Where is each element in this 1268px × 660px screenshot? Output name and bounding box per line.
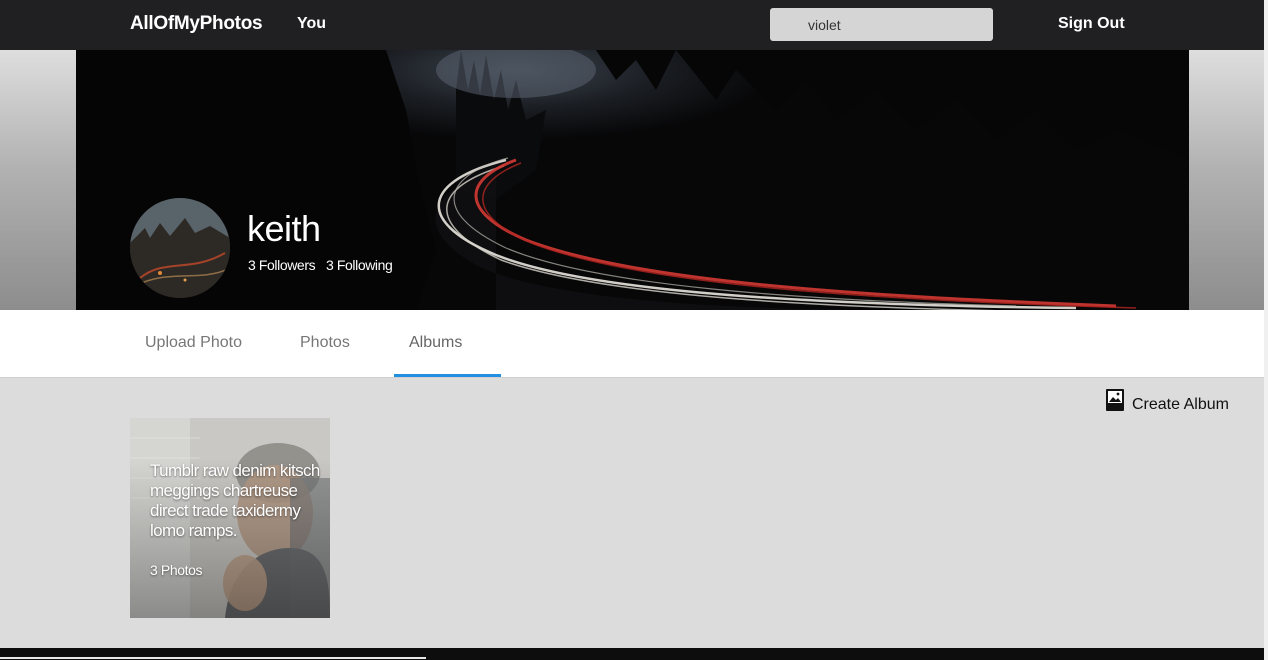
- tab-upload-photo[interactable]: Upload Photo: [145, 334, 242, 352]
- sign-out-link[interactable]: Sign Out: [1058, 15, 1125, 33]
- photo-album-icon: [1106, 389, 1124, 411]
- followers-link[interactable]: 3 Followers: [248, 257, 316, 273]
- tab-photos[interactable]: Photos: [300, 334, 350, 352]
- search-input[interactable]: [770, 8, 993, 41]
- following-link[interactable]: 3 Following: [326, 257, 393, 273]
- profile-avatar[interactable]: [130, 198, 230, 298]
- cover-road-image: [76, 50, 1189, 310]
- album-photo-count: 3 Photos: [150, 562, 203, 578]
- avatar-image: [130, 198, 230, 298]
- nav-you-link[interactable]: You: [297, 15, 326, 33]
- scrollbar-track[interactable]: [1264, 0, 1268, 660]
- album-title: Tumblr raw denim kitsch meggings chartre…: [150, 461, 320, 540]
- profile-tabs: Upload Photo Photos Albums: [0, 310, 1264, 378]
- active-tab-indicator: [394, 374, 501, 377]
- horizontal-scrollbar[interactable]: [0, 657, 426, 659]
- profile-username: keith: [247, 208, 321, 249]
- brand-logo-link[interactable]: AllOfMyPhotos: [130, 13, 263, 35]
- create-album-label: Create Album: [1132, 396, 1229, 413]
- tab-albums[interactable]: Albums: [409, 334, 462, 352]
- album-card[interactable]: Tumblr raw denim kitsch meggings chartre…: [130, 418, 330, 618]
- create-album-button[interactable]: Create Album: [1106, 386, 1229, 414]
- top-navbar: AllOfMyPhotos You Sign Out: [0, 0, 1264, 50]
- cover-photo: keith 3 Followers 3 Following: [76, 50, 1189, 310]
